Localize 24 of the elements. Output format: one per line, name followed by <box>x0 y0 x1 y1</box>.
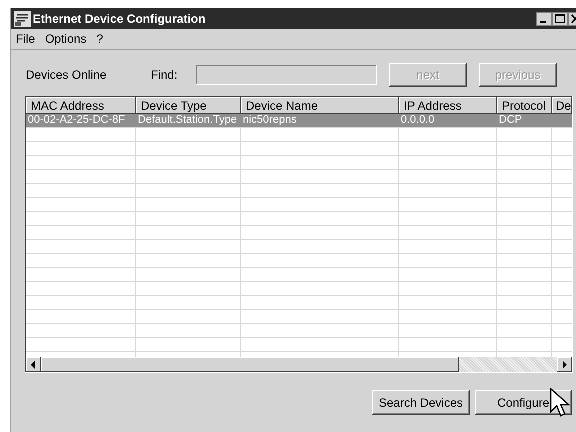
find-label: Find: <box>151 68 179 82</box>
column-header[interactable]: IP Address <box>399 97 497 114</box>
column-header[interactable]: MAC Address <box>26 97 136 114</box>
left-arrow-icon[interactable] <box>31 360 36 368</box>
table-cell-text: DCP <box>498 114 524 127</box>
menu-item[interactable]: Options <box>45 32 87 46</box>
mouse-cursor-icon <box>550 388 570 418</box>
horizontal-scrollbar[interactable] <box>26 357 572 372</box>
table-cell-text: 00-02-A2-25-DC-8F <box>27 114 126 127</box>
menu-item[interactable]: File <box>16 32 36 46</box>
table-cell-text: Default.Station.Type <box>137 114 238 127</box>
menu-item[interactable]: ? <box>96 32 104 46</box>
column-header[interactable]: Protocol <box>497 97 552 114</box>
search-devices-button[interactable]: Search Devices <box>372 390 470 415</box>
devices-online-label: Devices Online <box>26 68 108 82</box>
table-cell-text: 0.0.0.0 <box>400 114 436 127</box>
column-header[interactable]: De <box>552 97 572 114</box>
table-cell-text: nic50repns <box>242 114 298 127</box>
column-header[interactable]: Device Name <box>241 97 399 114</box>
window-title: Ethernet Device Configuration <box>33 12 207 26</box>
minimize-icon[interactable] <box>536 12 552 26</box>
find-field[interactable] <box>196 65 377 85</box>
column-header[interactable]: Device Type <box>136 97 241 114</box>
right-arrow-icon[interactable] <box>562 360 567 368</box>
